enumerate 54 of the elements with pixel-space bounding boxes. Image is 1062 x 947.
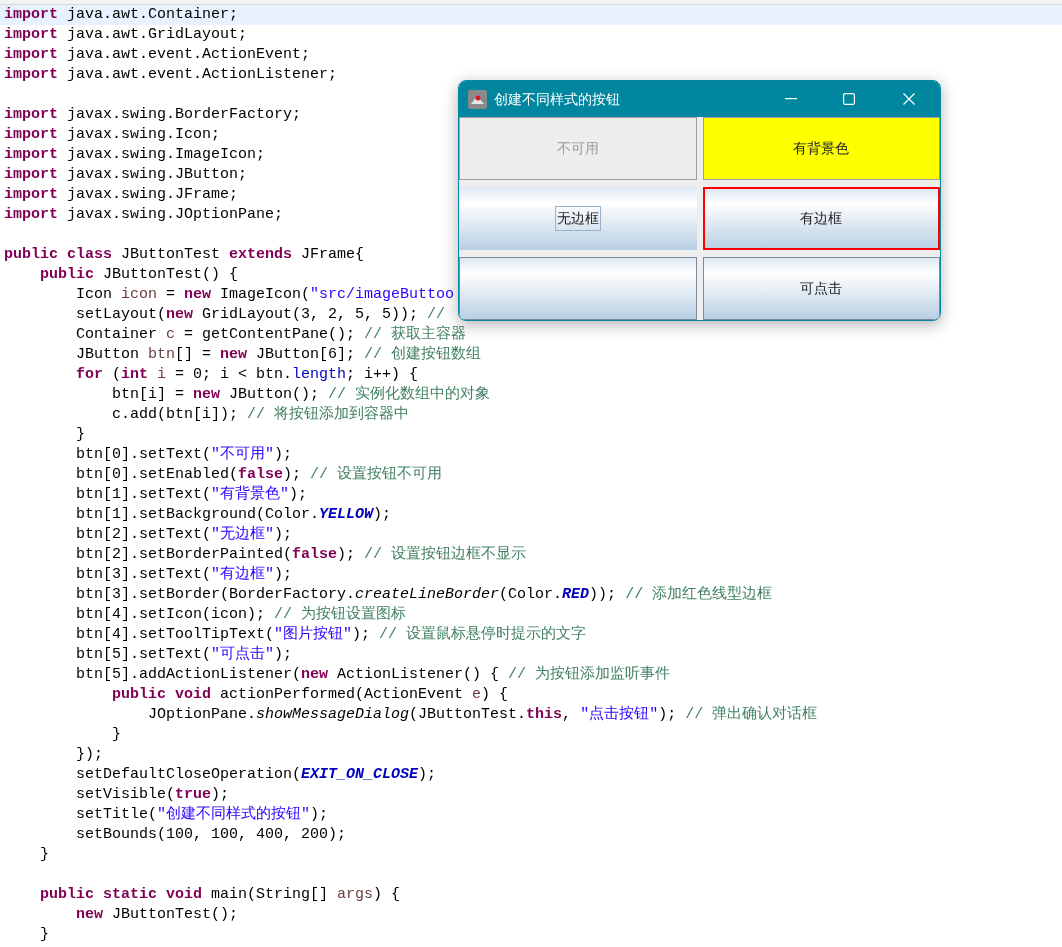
- code-line: import java.awt.event.ActionListener;: [4, 65, 338, 85]
- code-line: import javax.swing.JButton;: [4, 165, 248, 185]
- code-line: import java.awt.Container;: [4, 5, 239, 25]
- code-line: Container c = getContentPane(); // 获取主容器: [76, 325, 467, 345]
- window-button[interactable]: 无边框: [459, 187, 697, 250]
- code-line: });: [76, 745, 103, 765]
- code-line: setVisible(true);: [76, 785, 230, 805]
- code-line: btn[0].setText("不可用");: [76, 445, 293, 465]
- window-button[interactable]: 可点击: [702, 257, 940, 320]
- code-line: btn[2].setText("无边框");: [76, 525, 293, 545]
- code-line: import javax.swing.BorderFactory;: [4, 105, 302, 125]
- code-line: JOptionPane.showMessageDialog(JButtonTest.this, "点击按钮"); // 弹出确认对话框: [148, 705, 818, 725]
- code-line: setBounds(100, 100, 400, 200);: [76, 825, 347, 845]
- code-line: import javax.swing.ImageIcon;: [4, 145, 266, 165]
- code-line: }: [76, 425, 85, 445]
- code-line: c.add(btn[i]); // 将按钮添加到容器中: [112, 405, 410, 425]
- code-line: btn[3].setBorder(BorderFactory.createLineBorder(Color.RED)); // 添加红色线型边框: [76, 585, 773, 605]
- code-line: btn[5].setText("可点击");: [76, 645, 293, 665]
- window-title: 创建不同样式的按钮: [494, 89, 620, 109]
- window-button[interactable]: [459, 257, 697, 320]
- code-line: import javax.swing.Icon;: [4, 125, 221, 145]
- code-line: btn[3].setText("有边框");: [76, 565, 293, 585]
- code-line: btn[1].setText("有背景色");: [76, 485, 308, 505]
- code-line: }: [112, 725, 121, 745]
- code-line: setTitle("创建不同样式的按钮");: [76, 805, 329, 825]
- app-icon: [468, 89, 487, 109]
- code-line: btn[2].setBorderPainted(false); // 设置按钮边框不显示: [76, 545, 527, 565]
- code-line: setDefaultCloseOperation(EXIT_ON_CLOSE);: [76, 765, 437, 785]
- code-line: public JButtonTest() {: [40, 265, 239, 285]
- code-line: btn[0].setEnabled(false); // 设置按钮不可用: [76, 465, 443, 485]
- code-line: btn[5].addActionListener(new ActionListener() { // 为按钮添加监听事件: [76, 665, 671, 685]
- close-icon: [903, 93, 915, 105]
- code-line: for (int i = 0; i < btn.length; i++) {: [76, 365, 419, 385]
- code-line: public static void main(String[] args) {: [40, 885, 401, 905]
- code-line: public class JButtonTest extends JFrame{: [4, 245, 365, 265]
- code-line: public void actionPerformed(ActionEvent e) {: [112, 685, 509, 705]
- code-line: import javax.swing.JFrame;: [4, 185, 239, 205]
- window-button[interactable]: 有背景色: [702, 117, 940, 180]
- code-line: btn[i] = new JButton(); // 实例化数组中的对象: [112, 385, 491, 405]
- code-line: btn[4].setToolTipText("图片按钮"); // 设置鼠标悬停时提示的文字: [76, 625, 587, 645]
- window-button[interactable]: 有边框: [702, 187, 940, 250]
- code-line: import java.awt.event.ActionEvent;: [4, 45, 311, 65]
- code-line: }: [40, 845, 49, 865]
- minimize-icon: [785, 98, 797, 100]
- code-line: new JButtonTest();: [76, 905, 239, 925]
- code-line: btn[1].setBackground(Color.YELLOW);: [76, 505, 392, 525]
- code-line: Icon icon = new ImageIcon("src/imageButtoo: [76, 285, 455, 305]
- code-line: import java.awt.GridLayout;: [4, 25, 248, 45]
- code-line: btn[4].setIcon(icon); // 为按钮设置图标: [76, 605, 407, 625]
- maximize-icon: [843, 93, 855, 105]
- code-line: }: [40, 925, 49, 945]
- code-line: import javax.swing.JOptionPane;: [4, 205, 284, 225]
- code-line: setLayout(new GridLayout(3, 2, 5, 5)); //: [76, 305, 446, 325]
- code-line: JButton btn[] = new JButton[6]; // 创建按钮数组: [76, 345, 482, 365]
